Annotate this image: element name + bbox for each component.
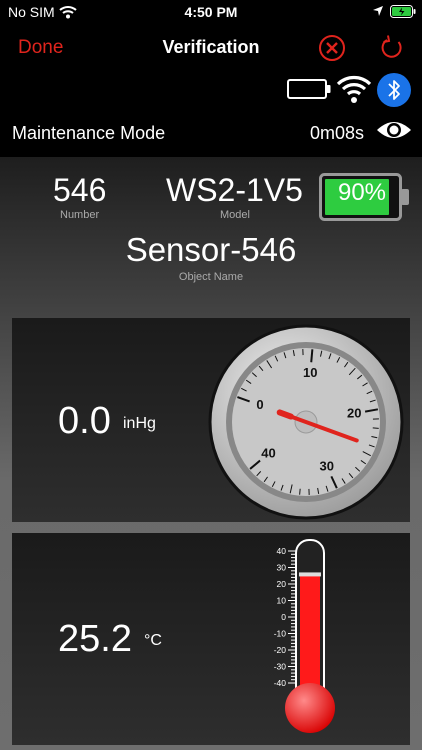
thermo-label-40: 40 bbox=[277, 546, 287, 556]
thermo-label-30: 30 bbox=[277, 563, 287, 573]
clock: 4:50 PM bbox=[184, 4, 238, 20]
thermo-label-0: 0 bbox=[281, 612, 286, 622]
thermometer-level-mark bbox=[299, 572, 321, 577]
gauge-label-10: 10 bbox=[303, 365, 317, 380]
thermometer-ticks bbox=[288, 550, 296, 684]
pressure-value: 0.0 bbox=[58, 400, 111, 442]
gauge-tick bbox=[310, 349, 314, 363]
gauge-label-30: 30 bbox=[319, 458, 333, 473]
device-model-label: Model bbox=[220, 209, 250, 221]
temperature-unit: °C bbox=[144, 632, 162, 649]
refresh-icon[interactable] bbox=[378, 34, 406, 62]
device-model: WS2-1V5 bbox=[166, 172, 303, 208]
eye-icon[interactable] bbox=[376, 118, 412, 142]
bluetooth-icon bbox=[377, 73, 411, 107]
thermometer: 40 30 20 10 0 -10 -20 -30 -40 bbox=[274, 539, 335, 733]
mode-bar: Maintenance Mode 0m08s bbox=[0, 113, 422, 155]
device-number: 546 bbox=[53, 172, 107, 208]
thermo-label-minus-40: -40 bbox=[274, 678, 287, 688]
device-number-label: Number bbox=[60, 209, 100, 221]
gauge-label-0: 0 bbox=[256, 397, 263, 412]
object-name: Sensor-546 bbox=[125, 231, 297, 268]
device-battery-label: 90% bbox=[337, 179, 387, 206]
page-title: Verification bbox=[162, 37, 260, 57]
object-name-label: Object Name bbox=[178, 271, 244, 283]
gauge-label-20: 20 bbox=[347, 405, 361, 420]
thermo-label-20: 20 bbox=[277, 579, 287, 589]
gauge-label-40: 40 bbox=[261, 445, 275, 460]
thermometer-fill bbox=[300, 575, 320, 698]
gauge-tick bbox=[372, 427, 379, 429]
pressure-gauge: 0 10 20 30 40 bbox=[208, 324, 404, 520]
thermo-label-minus-20: -20 bbox=[274, 645, 287, 655]
mode-timer: 0m08s bbox=[310, 123, 365, 143]
mode-label: Maintenance Mode bbox=[12, 123, 166, 143]
sensor-battery-icon bbox=[287, 79, 331, 99]
status-battery-icon bbox=[390, 5, 416, 18]
gauge-tick bbox=[299, 488, 301, 495]
navigation-bar: Done Verification bbox=[0, 30, 422, 66]
pressure-unit: inHg bbox=[123, 415, 156, 432]
cancel-icon[interactable] bbox=[318, 34, 346, 62]
gauge-needle-tail bbox=[276, 409, 294, 420]
thermo-label-10: 10 bbox=[277, 596, 287, 606]
status-bar: No SIM 4:50 PM bbox=[0, 0, 422, 26]
temperature-value: 25.2 bbox=[58, 618, 132, 660]
thermo-label-minus-30: -30 bbox=[274, 662, 287, 672]
wifi-signal-icon bbox=[336, 76, 372, 103]
location-arrow-icon bbox=[373, 6, 383, 16]
thermo-label-minus-10: -10 bbox=[274, 629, 287, 639]
